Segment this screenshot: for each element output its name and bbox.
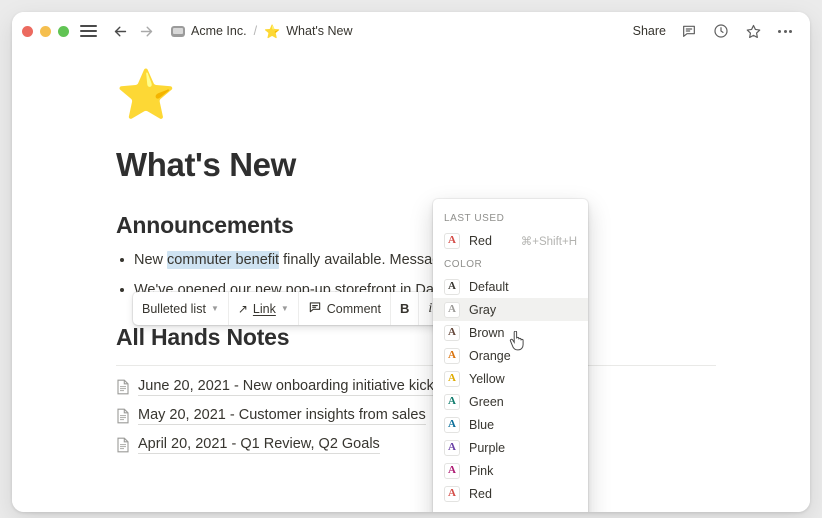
color-option-label: Blue [469,417,495,432]
bold-label: B [399,301,410,316]
doc-link-label[interactable]: April 20, 2021 - Q1 Review, Q2 Goals [138,436,380,454]
block-type-dropdown[interactable]: Bulleted list ▼ [133,292,229,325]
breadcrumb: Acme Inc. / ⭐ What's New [171,24,353,38]
color-option-label: Brown [469,325,505,340]
color-option-blue[interactable]: A Blue [433,413,588,436]
color-options-list: A Default A Gray A Brown A Orange A Yellow A Green A… [433,275,588,505]
color-option-label: Orange [469,348,511,363]
color-section-label: Color [444,259,483,270]
color-swatch-icon: A [444,485,460,502]
workspace-logo-icon [171,25,185,37]
document-icon [116,379,130,395]
document-icon [116,437,130,453]
comment-button[interactable]: Comment [299,292,391,325]
color-option-label: Green [469,394,504,409]
selected-text[interactable]: commuter benefit [167,251,280,269]
color-option-yellow[interactable]: A Yellow [433,367,588,390]
color-swatch-icon: A [444,462,460,479]
color-option-purple[interactable]: A Purple [433,436,588,459]
color-swatch-icon: A [444,232,460,249]
color-option-green[interactable]: A Green [433,390,588,413]
color-option-gray[interactable]: A Gray [433,298,588,321]
link-button[interactable]: ↗ Link ▼ [229,292,299,325]
bullet-text-suffix: finally available. Message [279,252,449,268]
comment-label: Comment [326,301,381,316]
breadcrumb-separator: / [253,24,258,38]
color-option-brown[interactable]: A Brown [433,321,588,344]
color-option-label: Default [469,279,509,294]
color-option-label: Red [469,486,492,501]
arrow-right-icon[interactable] [135,20,157,42]
document-page: ⭐ What's New Announcements New commuter … [12,50,810,512]
color-swatch-icon: A [444,347,460,364]
color-option-label: Gray [469,302,497,317]
color-option-last-used-red[interactable]: A Red ⌘+Shift+H [433,229,588,252]
color-option-label: Red [469,233,492,248]
app-window: Acme Inc. / ⭐ What's New Share ⭐ What's … [12,12,810,512]
color-option-shortcut: ⌘+Shift+H [520,235,577,248]
color-swatch-icon: A [444,439,460,456]
maximize-window-button[interactable] [58,25,69,37]
color-option-label: Pink [469,463,494,478]
close-window-button[interactable] [22,25,33,37]
color-swatch-icon: A [444,416,460,433]
page-emoji[interactable]: ⭐ [116,72,810,120]
link-label: Link [252,301,276,316]
arrow-up-right-icon: ↗ [237,301,248,316]
divider [116,364,716,366]
minimize-window-button[interactable] [40,25,51,37]
titlebar-actions: Share [633,22,794,40]
color-swatch-icon: A [444,301,460,318]
bullet-text-prefix: New [134,252,168,268]
color-option-red[interactable]: A Red [433,482,588,505]
color-option-label: Purple [469,440,506,455]
share-button[interactable]: Share [633,24,666,38]
comment-icon[interactable] [680,22,698,40]
breadcrumb-page-emoji: ⭐ [264,23,281,39]
bold-button[interactable]: B [391,292,420,325]
color-option-label: Yellow [469,371,505,386]
comment-icon [308,300,322,317]
titlebar: Acme Inc. / ⭐ What's New Share [12,12,810,50]
italic-label: i [428,300,433,316]
color-option-orange[interactable]: A Orange [433,344,588,367]
block-type-label: Bulleted list [142,301,206,316]
doc-link-label[interactable]: May 20, 2021 - Customer insights from sa… [138,407,426,425]
color-swatch-icon: A [444,370,460,387]
hamburger-icon[interactable] [79,22,97,40]
breadcrumb-workspace[interactable]: Acme Inc. [191,24,247,38]
arrow-left-icon[interactable] [109,20,131,42]
last-used-section-label: Last used [444,213,505,224]
page-title[interactable]: What's New [116,146,810,184]
breadcrumb-page[interactable]: What's New [286,24,352,38]
color-swatch-icon: A [444,278,460,295]
window-controls[interactable] [22,25,69,37]
clock-icon[interactable] [712,22,730,40]
doc-link-label[interactable]: June 20, 2021 - New onboarding initiativ… [138,378,450,396]
background-section-label: Background [433,505,588,512]
color-dropdown-menu: Last used A Red ⌘+Shift+H Color A Default… [433,199,588,512]
color-option-pink[interactable]: A Pink [433,459,588,482]
color-swatch-icon: A [444,393,460,410]
color-option-default[interactable]: A Default [433,275,588,298]
color-swatch-icon: A [444,324,460,341]
chevron-down-icon: ▼ [280,304,289,313]
more-horizontal-icon[interactable] [776,22,794,40]
document-icon [116,408,130,424]
doc-links-list: June 20, 2021 - New onboarding initiativ… [12,378,810,454]
chevron-down-icon: ▼ [210,304,219,313]
star-outline-icon[interactable] [744,22,762,40]
